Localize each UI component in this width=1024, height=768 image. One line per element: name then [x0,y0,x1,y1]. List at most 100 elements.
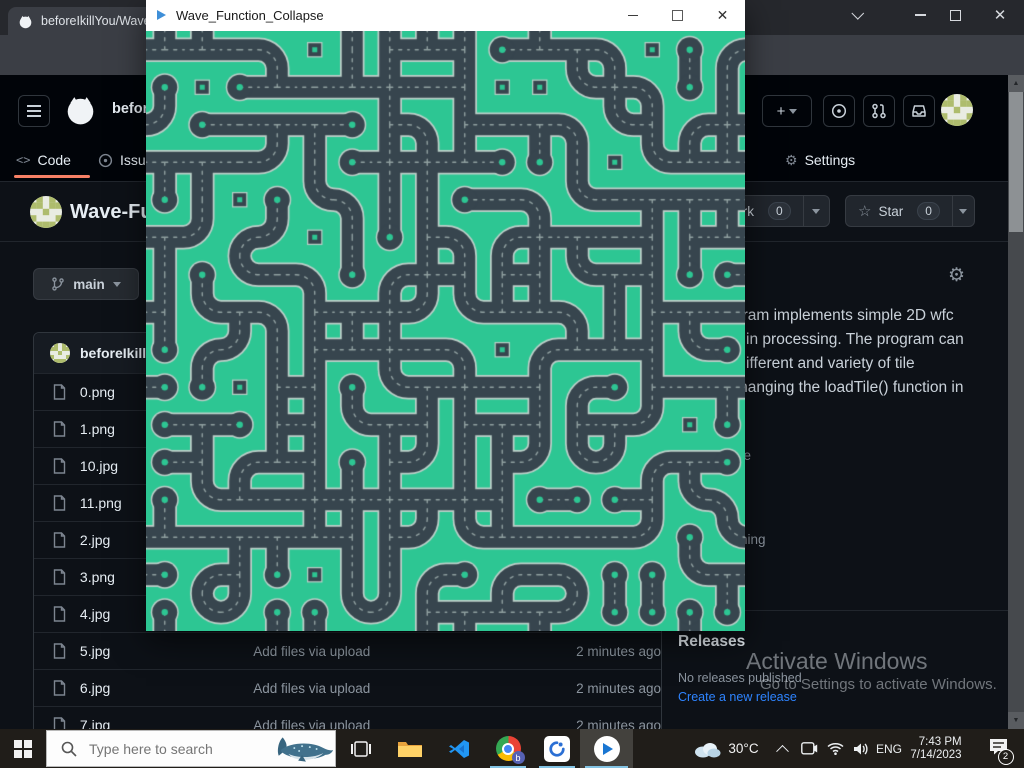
vscode-button[interactable] [436,729,482,768]
wifi-button[interactable] [822,729,848,768]
folder-icon [397,739,423,759]
commit-time: 2 minutes ago [552,718,661,730]
search-icon [61,741,77,757]
scroll-down-icon[interactable]: ▼ [1008,712,1024,729]
file-name[interactable]: 7.jpg [80,717,209,729]
clock[interactable]: 7:43 PM 7/14/2023 [904,729,968,768]
file-name[interactable]: 5.jpg [80,643,209,659]
tab-search-chevron-icon[interactable] [843,0,873,30]
processing-icon [544,736,570,762]
tab-settings[interactable]: ⚙ Settings [785,147,855,173]
repo-avatar [30,196,62,233]
releases-heading[interactable]: Releases [678,633,745,651]
file-icon [52,680,68,696]
code-icon: <> [16,153,30,167]
taskbar: b 30°C ENG [0,729,1024,768]
app-maximize-button[interactable] [655,0,700,31]
star-button[interactable]: ☆ Star 0 [845,195,975,227]
speaker-icon [853,742,869,756]
file-icon [52,384,68,400]
branch-selector[interactable]: main [33,268,139,300]
fork-count: 0 [768,202,791,220]
commit-message[interactable]: Add files via upload [253,718,551,730]
search-input[interactable] [87,740,261,758]
app-window-icon [157,10,166,20]
file-icon [52,606,68,622]
start-button[interactable] [0,729,46,768]
page-scrollbar[interactable]: ▲ ▼ [1008,75,1024,729]
file-icon [52,458,68,474]
github-logo-icon[interactable] [64,93,97,131]
issue-dot-icon [98,153,113,168]
create-new-button[interactable]: + [762,95,812,127]
commit-avatar [50,343,70,363]
wfc-canvas [146,31,745,631]
app-minimize-button[interactable] [610,0,655,31]
file-row[interactable]: 7.jpg Add files via upload2 minutes ago [34,706,661,729]
file-row[interactable]: 6.jpg Add files via upload2 minutes ago [34,669,661,706]
windows-logo-icon [14,740,32,758]
language-indicator[interactable]: ENG [874,729,904,768]
commit-time: 2 minutes ago [552,681,661,696]
tray-expand-button[interactable] [770,729,794,768]
file-icon [52,643,68,659]
activate-windows-subtext: Go to Settings to activate Windows. [760,676,997,693]
vscode-icon [447,737,471,761]
commit-message[interactable]: Add files via upload [253,681,551,696]
tab-code[interactable]: <>Code [16,147,71,173]
pull-request-icon[interactable] [863,95,895,127]
fork-dropdown[interactable] [803,209,829,214]
issues-icon[interactable] [823,95,855,127]
processing-button[interactable] [534,729,580,768]
file-explorer-button[interactable] [387,729,433,768]
hamburger-menu-button[interactable] [18,95,50,127]
star-label: Star [878,204,903,219]
app-close-button[interactable]: ✕ [700,0,745,31]
app-window-titlebar[interactable]: Wave_Function_Collapse ✕ [146,0,745,31]
file-icon [52,421,68,437]
weather-widget[interactable]: 30°C [686,729,766,768]
file-icon [52,717,68,729]
notification-count-badge: 2 [998,749,1014,765]
gear-icon: ⚙ [785,152,798,169]
star-icon: ☆ [858,202,871,220]
action-center-button[interactable]: 2 [976,729,1020,768]
weather-temp: 30°C [728,741,758,756]
tab-label: Settings [805,152,856,168]
commit-message[interactable]: Add files via upload [253,644,551,659]
file-name[interactable]: 6.jpg [80,680,209,696]
file-row[interactable]: 5.jpg Add files via upload2 minutes ago [34,632,661,669]
branch-name: main [73,277,105,292]
file-icon [52,495,68,511]
volume-button[interactable] [848,729,874,768]
app-window: Wave_Function_Collapse ✕ [146,0,745,631]
star-dropdown[interactable] [953,209,974,214]
wifi-icon [827,742,844,755]
running-sketch-button[interactable] [580,729,633,768]
browser-restore-button[interactable] [940,0,970,30]
cloud-icon [693,740,721,758]
user-avatar[interactable] [941,94,973,131]
meet-now-button[interactable] [796,729,822,768]
whale-shark-illustration [273,734,335,764]
file-icon [52,569,68,585]
about-settings-gear-icon[interactable]: ⚙ [948,264,965,287]
taskbar-search[interactable] [46,730,336,767]
scrollbar-thumb[interactable] [1009,92,1023,232]
scroll-up-icon[interactable]: ▲ [1008,75,1024,92]
commit-time: 2 minutes ago [552,644,661,659]
tray-date: 7/14/2023 [910,749,961,762]
chrome-icon: b [496,736,521,761]
chrome-profile-badge: b [512,751,525,764]
chrome-button[interactable]: b [485,729,531,768]
desktop: beforeIkillYou/Wave-Function-Collapse ✕ … [0,0,1024,768]
task-view-button[interactable] [338,729,384,768]
browser-minimize-button[interactable] [905,0,935,30]
active-tab-underline [14,175,90,178]
activate-windows-watermark: Activate Windows [746,648,928,675]
browser-close-button[interactable]: ✕ [985,0,1015,30]
language-code: ENG [876,742,902,756]
inbox-icon[interactable] [903,95,935,127]
file-icon [52,532,68,548]
tray-time: 7:43 PM [910,736,961,749]
